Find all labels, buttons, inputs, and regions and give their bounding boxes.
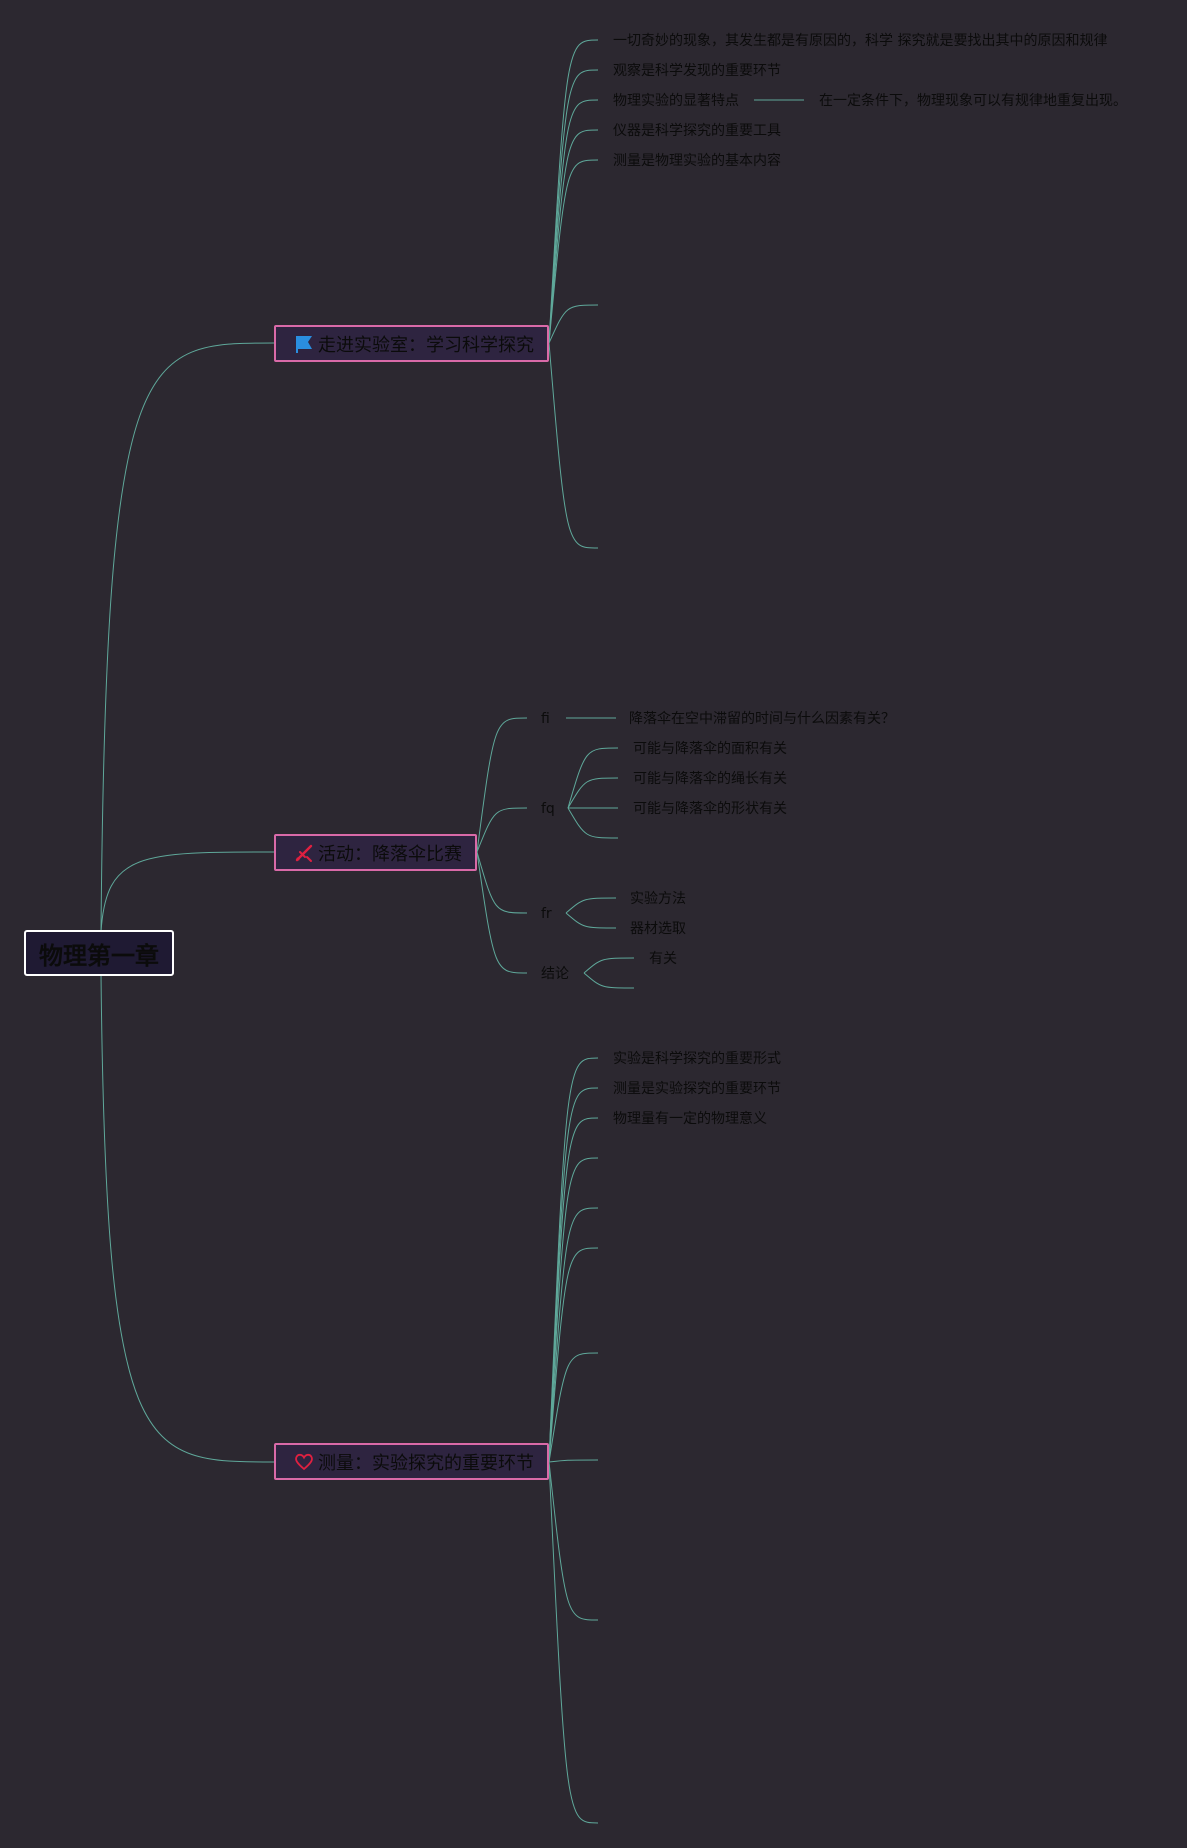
leaf-lab-4[interactable]: 仪器是科学探究的重要工具: [613, 122, 781, 140]
connector-canvas: [100, 39, 804, 1824]
leaf-fq-3[interactable]: 可能与降落伞的形状有关: [633, 800, 787, 818]
leaf-fr-2[interactable]: 器材选取: [630, 920, 686, 938]
leaf-lab-5[interactable]: 测量是物理实验的基本内容: [613, 152, 781, 170]
connector-activity-0: [476, 717, 528, 853]
topic-lab[interactable]: 走进实验室：学习科学探究: [274, 325, 549, 362]
leaf-measure-2[interactable]: 测量是实验探究的重要环节: [613, 1080, 781, 1098]
connector-lab-5: [548, 304, 599, 344]
leaf-measure-1[interactable]: 实验是科学探究的重要形式: [613, 1050, 781, 1068]
topic-measure[interactable]: 测量：实验探究的重要环节: [274, 1443, 549, 1480]
connector-conclusion-1: [583, 972, 635, 989]
connector-fr-1: [565, 912, 617, 929]
connector-measure-8: [548, 1461, 599, 1621]
leaf-lab-3[interactable]: 物理实验的显著特点: [613, 92, 739, 110]
connector-conclusion-0: [583, 957, 635, 974]
leaf-lab-1[interactable]: 一切奇妙的现象，其发生都是有原因的，科学 探究就是要找出其中的原因和规律: [613, 32, 1107, 50]
topic-label: 测量：实验探究的重要环节: [318, 1452, 534, 1474]
heart-icon: [294, 1452, 314, 1472]
root-label: 物理第一章: [39, 941, 159, 970]
leaf-lab-2[interactable]: 观察是科学发现的重要环节: [613, 62, 781, 80]
leaf-fi-1[interactable]: 降落伞在空中滞留的时间与什么因素有关？: [629, 710, 895, 728]
connector-measure-9: [548, 1461, 599, 1824]
connector-measure-1: [548, 1087, 599, 1463]
pencil-ruler-icon: [294, 843, 314, 863]
leaf-fq-1[interactable]: 可能与降落伞的面积有关: [633, 740, 787, 758]
root-node[interactable]: 物理第一章: [24, 930, 174, 976]
activity-fq[interactable]: fq: [541, 800, 555, 818]
topic-label: 活动：降落伞比赛: [318, 843, 462, 865]
leaf-fr-1[interactable]: 实验方法: [630, 890, 686, 908]
flag-icon: [294, 334, 314, 354]
activity-fi[interactable]: fi: [541, 710, 550, 728]
topic-label: 走进实验室：学习科学探究: [318, 334, 534, 356]
connector-fr-0: [565, 897, 617, 914]
connector-lab-6: [548, 342, 599, 549]
connector-lab-0: [548, 39, 599, 344]
connector-measure-7: [548, 1459, 599, 1463]
connector-fq-3: [567, 807, 619, 839]
connector-root-activity: [100, 851, 275, 933]
activity-fr[interactable]: fr: [541, 905, 552, 923]
activity-conclusion[interactable]: 结论: [541, 965, 569, 983]
connector-activity-1: [476, 807, 528, 853]
connector-root-measure: [100, 973, 275, 1463]
leaf-fq-2[interactable]: 可能与降落伞的绳长有关: [633, 770, 787, 788]
leaf-measure-3[interactable]: 物理量有一定的物理意义: [613, 1110, 767, 1128]
connector-root-lab: [100, 342, 275, 933]
leaf-conclusion-1[interactable]: 有关: [649, 950, 677, 968]
leaf-lab-3-detail[interactable]: 在一定条件下，物理现象可以有规律地重复出现。: [819, 92, 1127, 110]
topic-activity[interactable]: 活动：降落伞比赛: [274, 834, 477, 871]
